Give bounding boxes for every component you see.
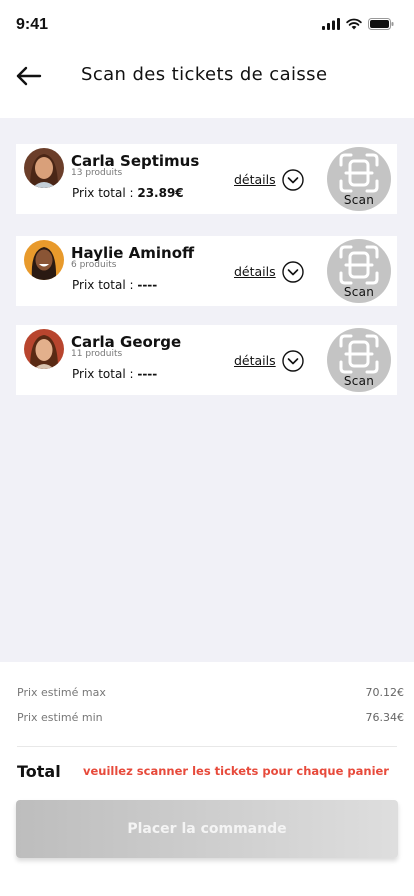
wifi-icon — [346, 18, 362, 30]
price-total-label: Prix total : — [72, 186, 134, 200]
price-total: Prix total : ---- — [72, 278, 157, 292]
scan-button[interactable]: Scan — [327, 328, 391, 392]
scan-button[interactable]: Scan — [327, 239, 391, 303]
scan-receipt-icon — [339, 334, 379, 374]
scan-receipt-icon — [339, 245, 379, 285]
product-count: 6 produits — [71, 260, 117, 270]
avatar — [24, 329, 64, 369]
scan-warning: veuillez scanner les tickets pour chaque… — [83, 764, 389, 778]
price-total: Prix total : 23.89€ — [72, 186, 184, 200]
place-order-button[interactable]: Placer la commande — [16, 800, 398, 858]
scan-label: Scan — [343, 374, 375, 388]
avatar — [24, 240, 64, 280]
scan-label: Scan — [343, 193, 375, 207]
scan-receipt-icon — [339, 153, 379, 193]
estimated-max-label: Prix estimé max — [17, 686, 106, 699]
total-label: Total — [17, 762, 61, 781]
header: Scan des tickets de caisse — [0, 48, 414, 118]
price-total-label: Prix total : — [72, 367, 134, 381]
chevron-down-icon[interactable] — [282, 261, 304, 283]
chevron-down-icon[interactable] — [282, 350, 304, 372]
price-total-label: Prix total : — [72, 278, 134, 292]
scan-button[interactable]: Scan — [327, 147, 391, 211]
chevron-down-icon[interactable] — [282, 169, 304, 191]
price-total-value: ---- — [137, 278, 158, 292]
status-bar: 9:41 — [0, 0, 414, 48]
details-link[interactable]: détails — [234, 264, 276, 279]
details-link[interactable]: détails — [234, 353, 276, 368]
price-total-value: ---- — [137, 367, 158, 381]
page-title: Scan des tickets de caisse — [81, 64, 328, 85]
basket-list: Carla Septimus 13 produits Prix total : … — [0, 118, 414, 662]
status-time: 9:41 — [16, 16, 49, 33]
basket-card: Carla George 11 produits Prix total : --… — [16, 325, 397, 395]
basket-card: Haylie Aminoff 6 produits Prix total : -… — [16, 236, 397, 306]
scan-label: Scan — [343, 285, 375, 299]
product-count: 13 produits — [71, 168, 123, 178]
basket-card: Carla Septimus 13 produits Prix total : … — [16, 144, 397, 214]
estimated-min-value: 76.34€ — [365, 711, 405, 724]
divider — [17, 746, 397, 747]
details-link[interactable]: détails — [234, 172, 276, 187]
estimated-min-label: Prix estimé min — [17, 711, 103, 724]
cellular-signal-icon — [322, 18, 340, 30]
avatar — [24, 148, 64, 188]
product-count: 11 produits — [71, 349, 123, 359]
order-summary: Prix estimé max 70.12€ Prix estimé min 7… — [0, 662, 414, 896]
arrow-left-icon[interactable] — [14, 64, 44, 88]
battery-icon — [368, 18, 394, 30]
price-total: Prix total : ---- — [72, 367, 157, 381]
price-total-value: 23.89€ — [137, 186, 184, 200]
estimated-max-value: 70.12€ — [365, 686, 405, 699]
status-icons — [322, 18, 394, 30]
